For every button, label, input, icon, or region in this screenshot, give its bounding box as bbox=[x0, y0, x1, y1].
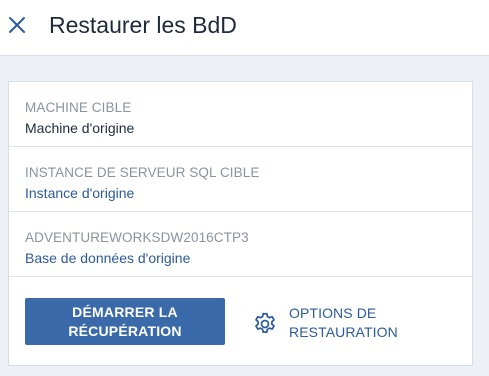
target-machine-value: Machine d'origine bbox=[25, 120, 135, 136]
start-recovery-label: DÉMARRER LA RÉCUPÉRATION bbox=[68, 303, 182, 339]
database-link[interactable]: Base de données d'origine bbox=[25, 249, 190, 267]
close-icon bbox=[9, 17, 25, 33]
page-title: Restaurer les BdD bbox=[49, 12, 237, 38]
sql-instance-label: INSTANCE DE SERVEUR SQL CIBLE bbox=[25, 165, 260, 180]
database-row[interactable]: ADVENTUREWORKSDW2016CTP3 Base de données… bbox=[9, 212, 472, 277]
target-machine-row[interactable]: MACHINE CIBLE Machine d'origine bbox=[9, 82, 472, 147]
content-area: MACHINE CIBLE Machine d'origine INSTANCE… bbox=[0, 56, 489, 376]
sql-instance-row[interactable]: INSTANCE DE SERVEUR SQL CIBLE Instance d… bbox=[9, 147, 472, 212]
sql-instance-link[interactable]: Instance d'origine bbox=[25, 184, 134, 202]
start-recovery-button[interactable]: DÉMARRER LA RÉCUPÉRATION bbox=[25, 298, 225, 345]
restore-options-label: OPTIONS DE RESTAURATION bbox=[289, 305, 398, 340]
database-label: ADVENTUREWORKSDW2016CTP3 bbox=[25, 230, 249, 245]
gear-icon bbox=[255, 312, 275, 333]
close-button[interactable] bbox=[4, 10, 30, 40]
dialog-header: Restaurer les BdD bbox=[0, 0, 489, 56]
target-machine-label: MACHINE CIBLE bbox=[25, 100, 132, 115]
restore-options-button[interactable]: OPTIONS DE RESTAURATION bbox=[249, 302, 449, 346]
restore-panel: MACHINE CIBLE Machine d'origine INSTANCE… bbox=[8, 81, 473, 366]
